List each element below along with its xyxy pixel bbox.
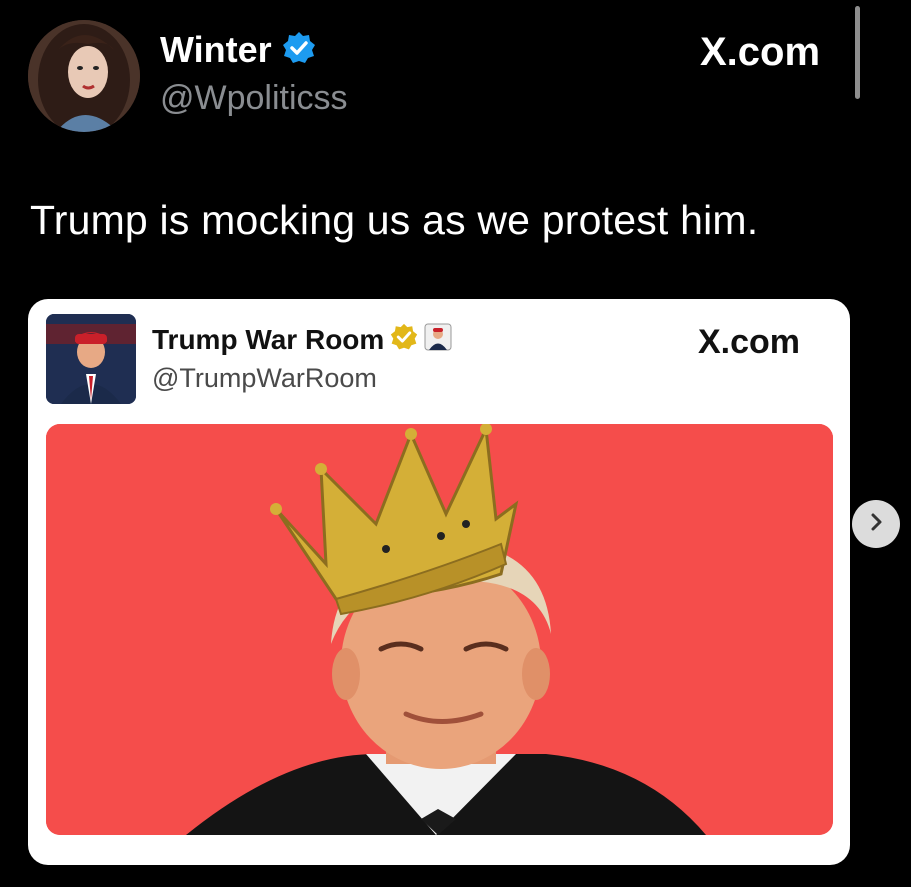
embedded-post-card[interactable]: Trump War Room @TrumpWarRoom X.com [28,299,850,865]
author-name-row: Winter [160,30,316,70]
embedded-author-name[interactable]: Trump War Room [152,324,384,356]
scrollbar-thumb[interactable] [855,6,860,99]
affiliate-badge-icon[interactable] [424,323,452,356]
post-text: Trump is mocking us as we protest him. [30,197,759,243]
gold-verified-badge-icon [390,323,418,356]
embedded-source-label: X.com [698,323,801,361]
author-avatar[interactable] [28,20,140,132]
author-name[interactable]: Winter [160,30,272,70]
next-slide-button[interactable] [852,500,900,548]
chevron-right-icon [866,512,886,537]
embedded-author-name-row: Trump War Room [152,323,452,356]
embedded-author-avatar[interactable] [46,314,136,404]
author-handle[interactable]: @Wpoliticss [160,78,348,118]
source-label: X.com [700,30,821,74]
embedded-post-image[interactable] [46,424,833,835]
verified-badge-icon [282,31,316,70]
embedded-author-handle[interactable]: @TrumpWarRoom [152,362,377,394]
